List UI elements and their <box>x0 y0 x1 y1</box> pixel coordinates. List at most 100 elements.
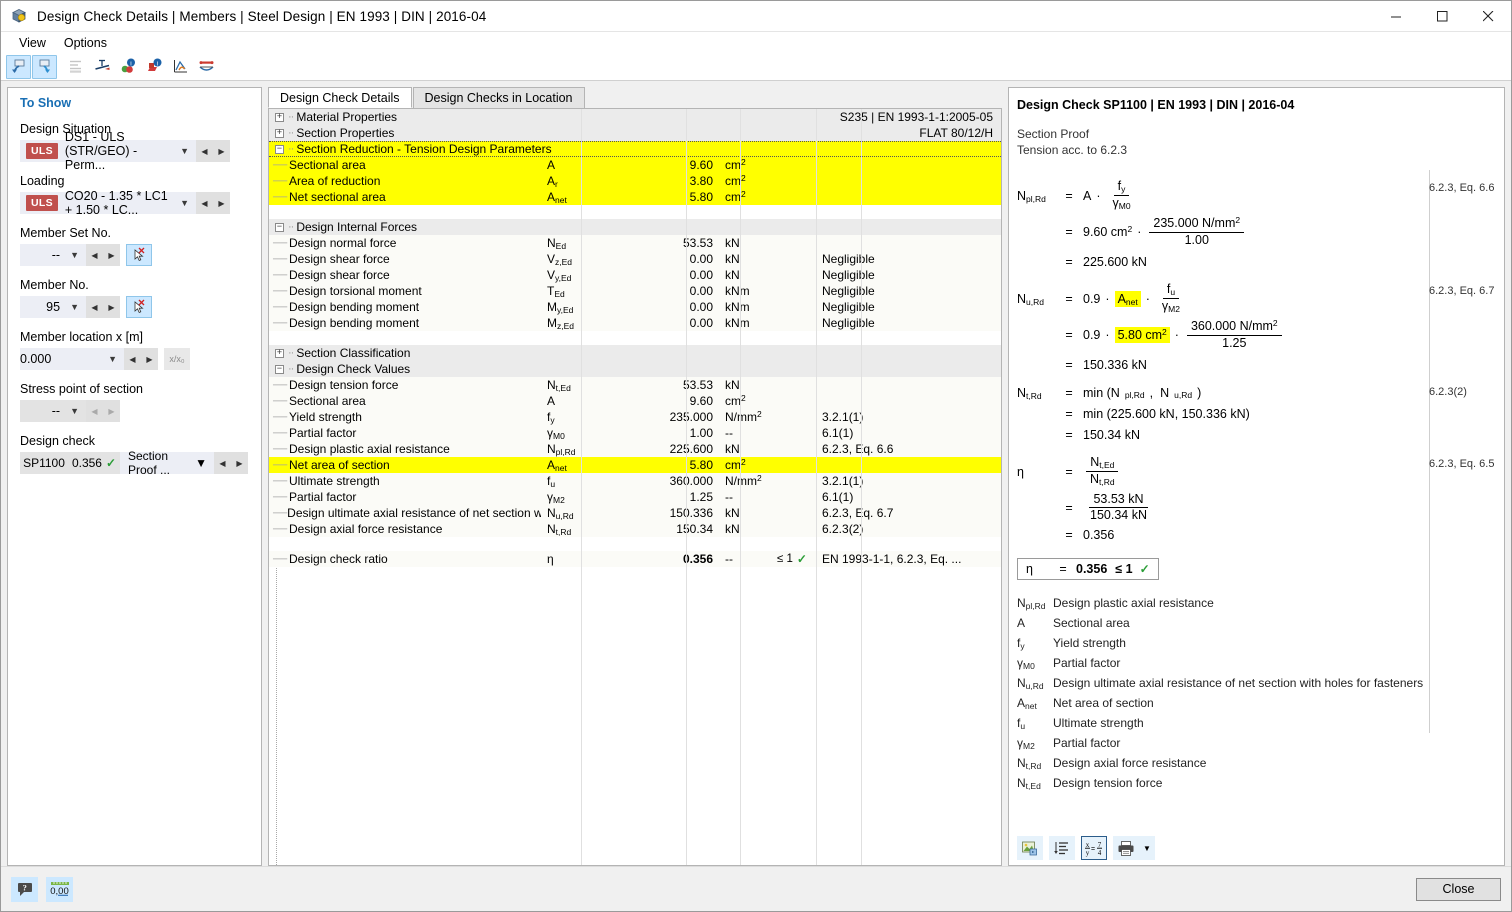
row-symbol: Npl,Rd <box>547 442 576 457</box>
row-note: Negligible <box>822 300 875 314</box>
close-button[interactable]: Close <box>1416 877 1501 901</box>
table-row-final[interactable]: ── Design check ratio η 0.356 -- ≤ 1 ✓ EN 1993-… <box>269 551 1001 567</box>
list-align-icon[interactable] <box>64 55 89 79</box>
row-label: ── Area of reduction <box>273 174 381 188</box>
loading-next-button[interactable]: ▶ <box>213 192 230 214</box>
member-location-next-button[interactable]: ▶ <box>141 348 158 370</box>
design-check-description: Section Proof ... <box>128 449 171 477</box>
table-row[interactable]: ── Ultimate strength fu 360.000 N/mm2 3.2.1(1… <box>269 473 1001 489</box>
tree-leaf-marker: ── <box>273 491 288 503</box>
row-spacer <box>269 331 1001 345</box>
table-row[interactable]: ── Design normal force NEd 53.53 kN <box>269 235 1001 251</box>
svg-text:i: i <box>157 60 158 67</box>
member-location-prev-button[interactable]: ◀ <box>124 348 141 370</box>
member-set-pick-icon[interactable] <box>126 244 152 266</box>
tree-group-row[interactable]: − ·· Section Reduction - Tension Design Pa… <box>269 141 1001 157</box>
undo-arrow-icon[interactable] <box>6 54 31 79</box>
table-row[interactable]: ── Partial factor γM0 1.00 -- 6.1(1) <box>269 425 1001 441</box>
close-icon[interactable] <box>1465 1 1511 32</box>
table-row[interactable]: ── Design shear force Vy,Ed 0.00 kN Negligibl… <box>269 267 1001 283</box>
menu-options[interactable]: Options <box>55 34 116 52</box>
table-row[interactable]: ── Sectional area A 9.60 cm2 <box>269 157 1001 173</box>
table-row[interactable]: ── Design bending moment My,Ed 0.00 kNm Negli… <box>269 299 1001 315</box>
table-row[interactable]: ── Design bending moment Mz,Ed 0.00 kNm Negli… <box>269 315 1001 331</box>
member-no-pick-icon[interactable] <box>126 296 152 318</box>
table-row[interactable]: ── Design axial force resistance Nt,Rd 150.… <box>269 521 1001 537</box>
design-situation-next-button[interactable]: ▶ <box>213 140 230 162</box>
loading-prev-button[interactable]: ◀ <box>196 192 213 214</box>
equation-line: = 150.336 kN <box>1017 356 1496 374</box>
table-row[interactable]: ── Design plastic axial resistance Npl,Rd 2… <box>269 441 1001 457</box>
equation-line: = 0.356 <box>1017 526 1496 544</box>
design-check-next-button[interactable]: ▶ <box>231 452 248 474</box>
equation-ref: 6.2.3, Eq. 6.6 <box>1429 182 1495 194</box>
loading-select[interactable]: ULS CO20 - 1.35 * LC1 + 1.50 * LC... ▼ <box>20 189 196 217</box>
info-circle-red-icon[interactable]: i <box>142 55 167 79</box>
table-row[interactable]: ── Net sectional area Anet 5.80 cm2 <box>269 189 1001 205</box>
print-dropdown-icon[interactable]: ▼ <box>1139 836 1155 860</box>
image-export-icon[interactable] <box>1017 836 1043 860</box>
table-row[interactable]: ── Sectional area A 9.60 cm2 <box>269 393 1001 409</box>
result-symbol: η <box>1026 562 1033 576</box>
design-check-description-select[interactable]: Section Proof ... ▼ <box>120 449 214 477</box>
minimize-button[interactable] <box>1373 1 1419 32</box>
design-situation-select[interactable]: ULS DS1 - ULS (STR/GEO) - Perm... ▼ <box>20 130 196 172</box>
beam-diagram-icon[interactable] <box>194 55 219 79</box>
member-no-select[interactable]: 95 ▼ <box>20 296 86 318</box>
stress-point-label: Stress point of section <box>20 382 143 396</box>
collapse-icon[interactable]: − <box>275 364 284 374</box>
redo-arrow-icon[interactable] <box>32 54 57 79</box>
collapse-icon[interactable]: − <box>275 144 284 154</box>
stress-point-next-button[interactable]: ▶ <box>103 400 120 422</box>
table-row[interactable]: ── Net area of section Anet 5.80 cm2 <box>269 457 1001 473</box>
decimal-places-icon[interactable]: 0,00 <box>46 876 73 902</box>
member-no-prev-button[interactable]: ◀ <box>86 296 103 318</box>
location-ratio-button[interactable]: x/x₀ <box>164 348 190 370</box>
member-location-value: 0.000 <box>20 352 52 366</box>
table-row[interactable]: ── Yield strength fy 235.000 N/mm2 3.2.1(1) <box>269 409 1001 425</box>
collapse-icon[interactable]: − <box>275 222 284 232</box>
equals-sign: = <box>1065 255 1073 269</box>
chart-curve-icon[interactable] <box>168 55 193 79</box>
section-profile-icon[interactable] <box>90 55 115 79</box>
tree-rows-container: + ·· Material Properties S235 | EN 1993-1-1… <box>269 109 1001 865</box>
member-location-select[interactable]: 0.000 ▼ <box>20 348 124 370</box>
menu-view[interactable]: View <box>10 34 55 52</box>
stress-point-select[interactable]: -- ▼ <box>20 400 86 422</box>
table-row[interactable]: ── Design torsional moment TEd 0.00 kNm Negli… <box>269 283 1001 299</box>
table-row[interactable]: ── Partial factor γM2 1.25 -- 6.1(1) <box>269 489 1001 505</box>
design-check-id[interactable]: SP1100 <box>20 452 68 474</box>
table-row[interactable]: ── Design ultimate axial resistance of ne… <box>269 505 1001 521</box>
member-set-select[interactable]: -- ▼ <box>20 244 86 266</box>
expand-icon[interactable]: + <box>275 112 284 122</box>
to-show-panel: To Show Design Situation ULS DS1 - ULS (… <box>7 87 262 866</box>
table-row[interactable]: ── Area of reduction Ar 3.80 cm2 <box>269 173 1001 189</box>
tree-group-row[interactable]: + ·· Section Classification <box>269 345 1001 361</box>
tab-design-check-details[interactable]: Design Check Details <box>268 87 412 108</box>
row-label: ── Design check ratio <box>273 552 388 566</box>
legend-symbol: fy <box>1017 636 1025 651</box>
printer-icon[interactable] <box>1113 836 1139 860</box>
table-row[interactable]: ── Design shear force Vz,Ed 0.00 kN Negligibl… <box>269 251 1001 267</box>
list-numbered-icon[interactable] <box>1049 836 1075 860</box>
formula-fraction-icon[interactable]: x y = 7 4 <box>1081 836 1107 860</box>
expand-icon[interactable]: + <box>275 348 284 358</box>
tree-group-row[interactable]: + ·· Material Properties S235 | EN 1993-1-1… <box>269 109 1001 125</box>
help-bubble-icon[interactable]: ? <box>11 876 38 902</box>
member-set-prev-button[interactable]: ◀ <box>86 244 103 266</box>
row-note: 3.2.1(1) <box>822 474 864 488</box>
tree-group-row[interactable]: + ·· Section Properties FLAT 80/12/H <box>269 125 1001 141</box>
design-situation-prev-button[interactable]: ◀ <box>196 140 213 162</box>
design-check-prev-button[interactable]: ◀ <box>214 452 231 474</box>
tree-group-row[interactable]: − ·· Design Check Values <box>269 361 1001 377</box>
expand-icon[interactable]: + <box>275 128 284 138</box>
equation-line: Nu,Rd = 0.9 · Anet · fu γM2 <box>1017 283 1496 315</box>
member-set-next-button[interactable]: ▶ <box>103 244 120 266</box>
info-circle-green-icon[interactable]: i <box>116 55 141 79</box>
member-no-next-button[interactable]: ▶ <box>103 296 120 318</box>
table-row[interactable]: ── Design tension force Nt,Ed 53.53 kN <box>269 377 1001 393</box>
stress-point-prev-button[interactable]: ◀ <box>86 400 103 422</box>
tree-group-row[interactable]: − ·· Design Internal Forces <box>269 219 1001 235</box>
maximize-button[interactable] <box>1419 1 1465 32</box>
tab-design-checks-in-location[interactable]: Design Checks in Location <box>412 87 585 108</box>
